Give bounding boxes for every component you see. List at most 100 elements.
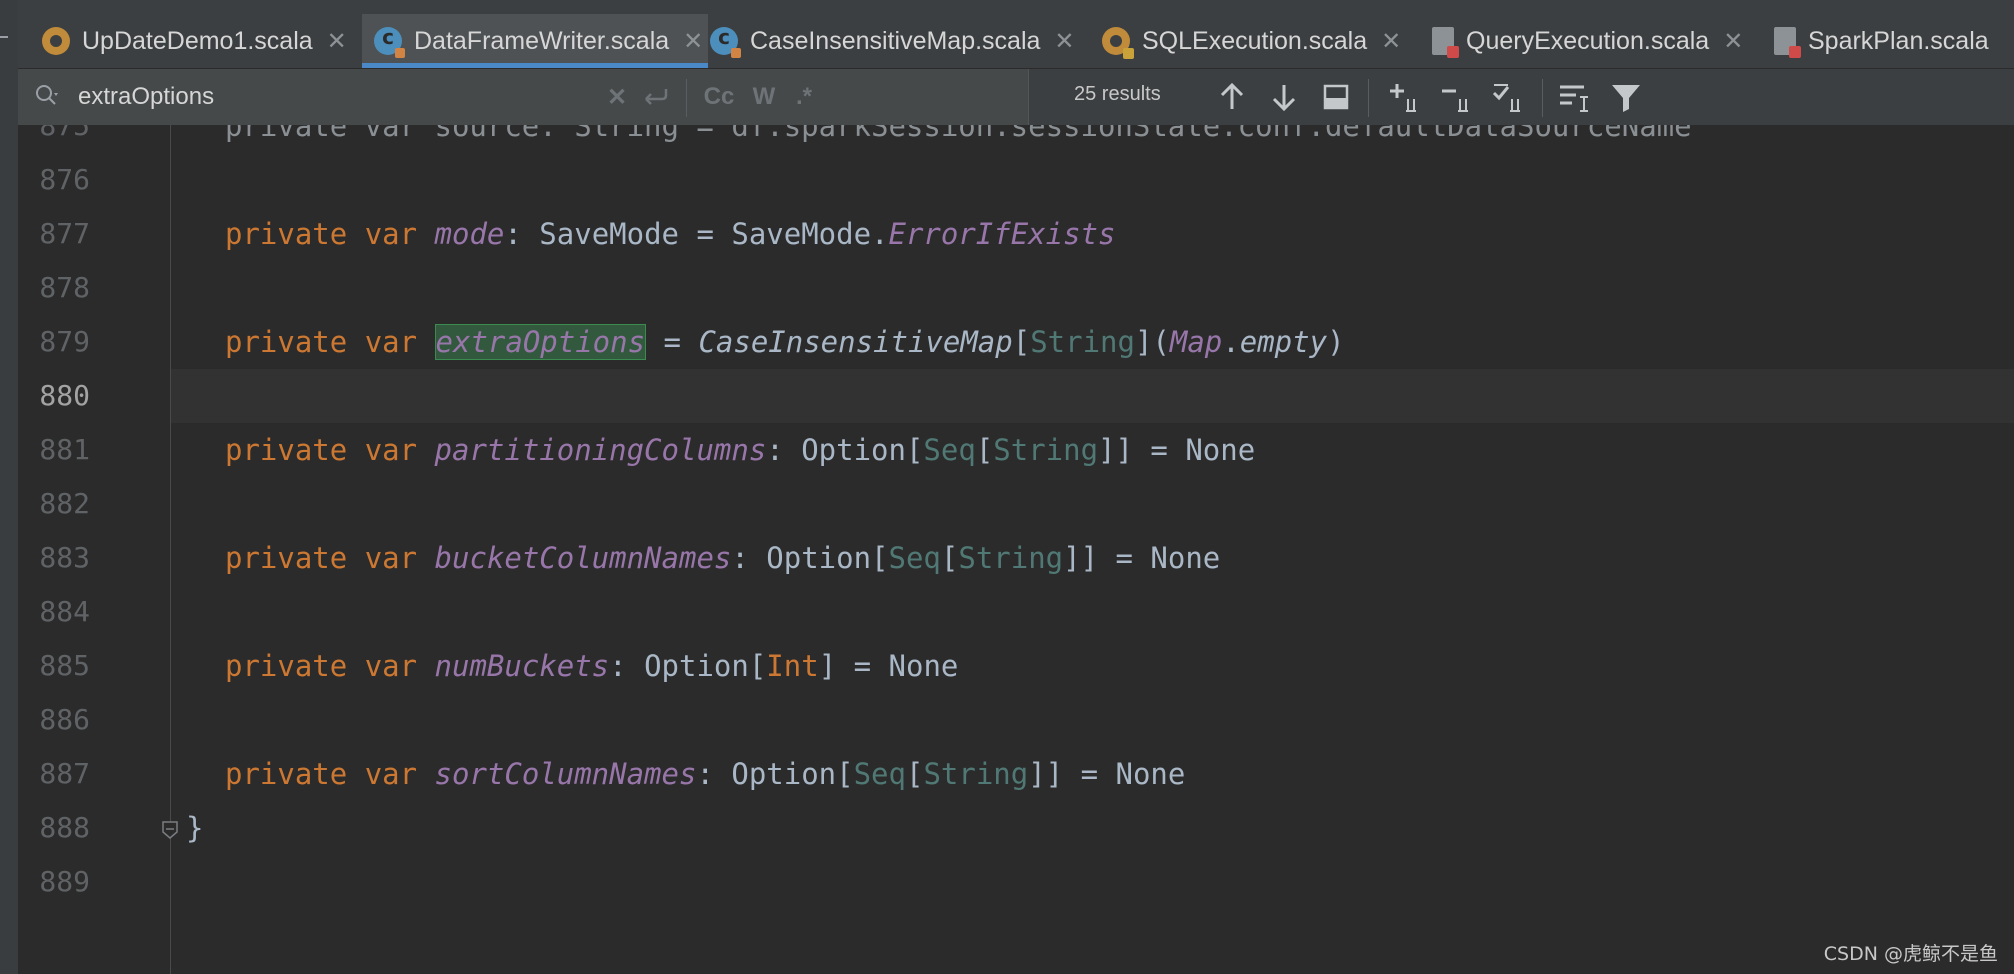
line-number: 886 [39, 703, 90, 736]
separator [1542, 79, 1543, 117]
keyword: private [225, 433, 348, 467]
keyword: var [364, 325, 418, 359]
code-text: ]] = None [1063, 541, 1221, 575]
words-button[interactable]: W [746, 79, 782, 115]
tab-caseinsensitivemap[interactable]: CaseInsensitiveMap.scala ✕ [698, 14, 1100, 68]
search-icon[interactable] [34, 83, 60, 109]
code-line-875: private var source: String = df.sparkSes… [225, 125, 1692, 143]
type-param: String [923, 757, 1029, 791]
code-text: ]] = None [1098, 433, 1256, 467]
tab-queryexecution[interactable]: QueryExecution.scala ✕ [1420, 14, 1770, 68]
code-text: [ [940, 541, 959, 575]
line-number: 877 [39, 217, 90, 250]
add-occurrence-icon[interactable] [1386, 77, 1426, 117]
code-text: = [646, 325, 699, 359]
code-text: : Option[ [766, 433, 924, 467]
select-all-occurrences-icon[interactable] [1316, 77, 1356, 117]
tab-sqlexecution[interactable]: SQLExecution.scala ✕ [1090, 14, 1428, 68]
field-name: numBuckets [434, 649, 610, 683]
close-icon[interactable]: ✕ [1054, 27, 1074, 56]
code-text: : Option[ [696, 757, 854, 791]
tab-label: DataFrameWriter.scala [414, 26, 670, 55]
enum-value: ErrorIfExists [888, 217, 1116, 251]
keyword: var [364, 649, 418, 683]
method-name: empty [1239, 325, 1328, 359]
line-number: 889 [39, 865, 90, 898]
code-line-881: private var partitioningColumns: Option[… [225, 423, 1255, 477]
scala-class-icon [374, 25, 405, 58]
line-number: 888 [39, 811, 90, 844]
search-input[interactable] [78, 77, 778, 117]
left-tool-strip [0, 0, 19, 974]
clear-search-icon[interactable]: ✕ [602, 79, 632, 115]
code-text: ] = None [818, 649, 959, 683]
tab-sparkplan[interactable]: SparkPlan.scala [1762, 14, 2014, 68]
keyword: var [364, 217, 418, 251]
code-text: ]( [1134, 325, 1170, 359]
regex-button[interactable]: .* [786, 79, 822, 115]
line-number: 887 [39, 757, 90, 790]
code-text: . [1222, 325, 1240, 359]
code-text: [ [975, 433, 994, 467]
filter-icon[interactable] [1606, 77, 1646, 117]
type-param: String [993, 433, 1099, 467]
tab-dataframewriter[interactable]: DataFrameWriter.scala ✕ [362, 14, 708, 68]
editor-tab-bar: UpDateDemo1.scala ✕ DataFrameWriter.scal… [18, 0, 2014, 69]
close-icon[interactable]: ✕ [1381, 27, 1401, 56]
separator [686, 79, 687, 117]
scala-object-icon [42, 27, 70, 55]
keyword: private [225, 325, 348, 359]
keyword: private [225, 649, 348, 683]
code-text: ) [1327, 325, 1345, 359]
close-icon[interactable]: ✕ [327, 27, 347, 56]
scala-class-icon [710, 25, 741, 58]
select-all-matches-icon[interactable] [1490, 77, 1530, 117]
tab-label: SQLExecution.scala [1142, 26, 1368, 55]
new-line-icon[interactable] [638, 79, 672, 115]
code-text: ]] = None [1028, 757, 1186, 791]
type-param: Int [766, 649, 819, 683]
tab-updatedemo1[interactable]: UpDateDemo1.scala ✕ [30, 14, 372, 68]
collapse-marker[interactable] [0, 36, 8, 38]
type-param: Seq [923, 433, 976, 467]
find-bar: ✕ Cc W .* 25 results [18, 69, 2014, 126]
keyword: var [364, 757, 418, 791]
keyword: var [364, 541, 418, 575]
arrow-up-icon[interactable] [1212, 77, 1252, 117]
line-number: 876 [39, 163, 90, 196]
current-line-highlight [171, 369, 2014, 423]
code-line-879: private var extraOptions = CaseInsensiti… [225, 315, 1345, 369]
tab-label: SparkPlan.scala [1808, 26, 1989, 55]
code-line-885: private var numBuckets: Option[Int] = No… [225, 639, 958, 693]
watermark: CSDN @虎鲸不是鱼 [1823, 943, 1998, 965]
fold-marker-icon[interactable] [160, 820, 180, 840]
code-line-883: private var bucketColumnNames: Option[Se… [225, 531, 1220, 585]
keyword: private [225, 541, 348, 575]
code-line-888: } [186, 811, 204, 845]
line-number: 881 [39, 433, 90, 466]
line-number: 875 [39, 125, 90, 142]
code-text: : Option[ [731, 541, 889, 575]
match-case-button[interactable]: Cc [698, 79, 740, 115]
type-param: String [1030, 325, 1135, 359]
search-match-highlight: extraOptions [434, 324, 647, 360]
line-number: 878 [39, 271, 90, 304]
remove-occurrence-icon[interactable] [1438, 77, 1478, 117]
gutter-divider [170, 125, 171, 974]
field-name: bucketColumnNames [434, 541, 732, 575]
field-name: sortColumnNames [434, 757, 697, 791]
code-line-877: private var mode: SaveMode = SaveMode.Er… [225, 207, 1115, 261]
filter-search-results-icon[interactable] [1554, 77, 1594, 117]
code-editor[interactable]: 875 876 877 878 879 880 881 882 883 884 … [18, 125, 2014, 974]
line-number: 883 [39, 541, 90, 574]
code-text: [ [905, 757, 924, 791]
field-name: partitioningColumns [434, 433, 767, 467]
code-text: [ [1012, 325, 1031, 359]
close-icon[interactable]: ✕ [1723, 27, 1743, 56]
tab-label: CaseInsensitiveMap.scala [750, 26, 1041, 55]
search-field: ✕ Cc W .* [18, 69, 1029, 125]
code-line-887: private var sortColumnNames: Option[Seq[… [225, 747, 1185, 801]
arrow-down-icon[interactable] [1264, 77, 1304, 117]
scala-file-icon [1774, 27, 1801, 58]
field-name: mode [434, 217, 505, 251]
